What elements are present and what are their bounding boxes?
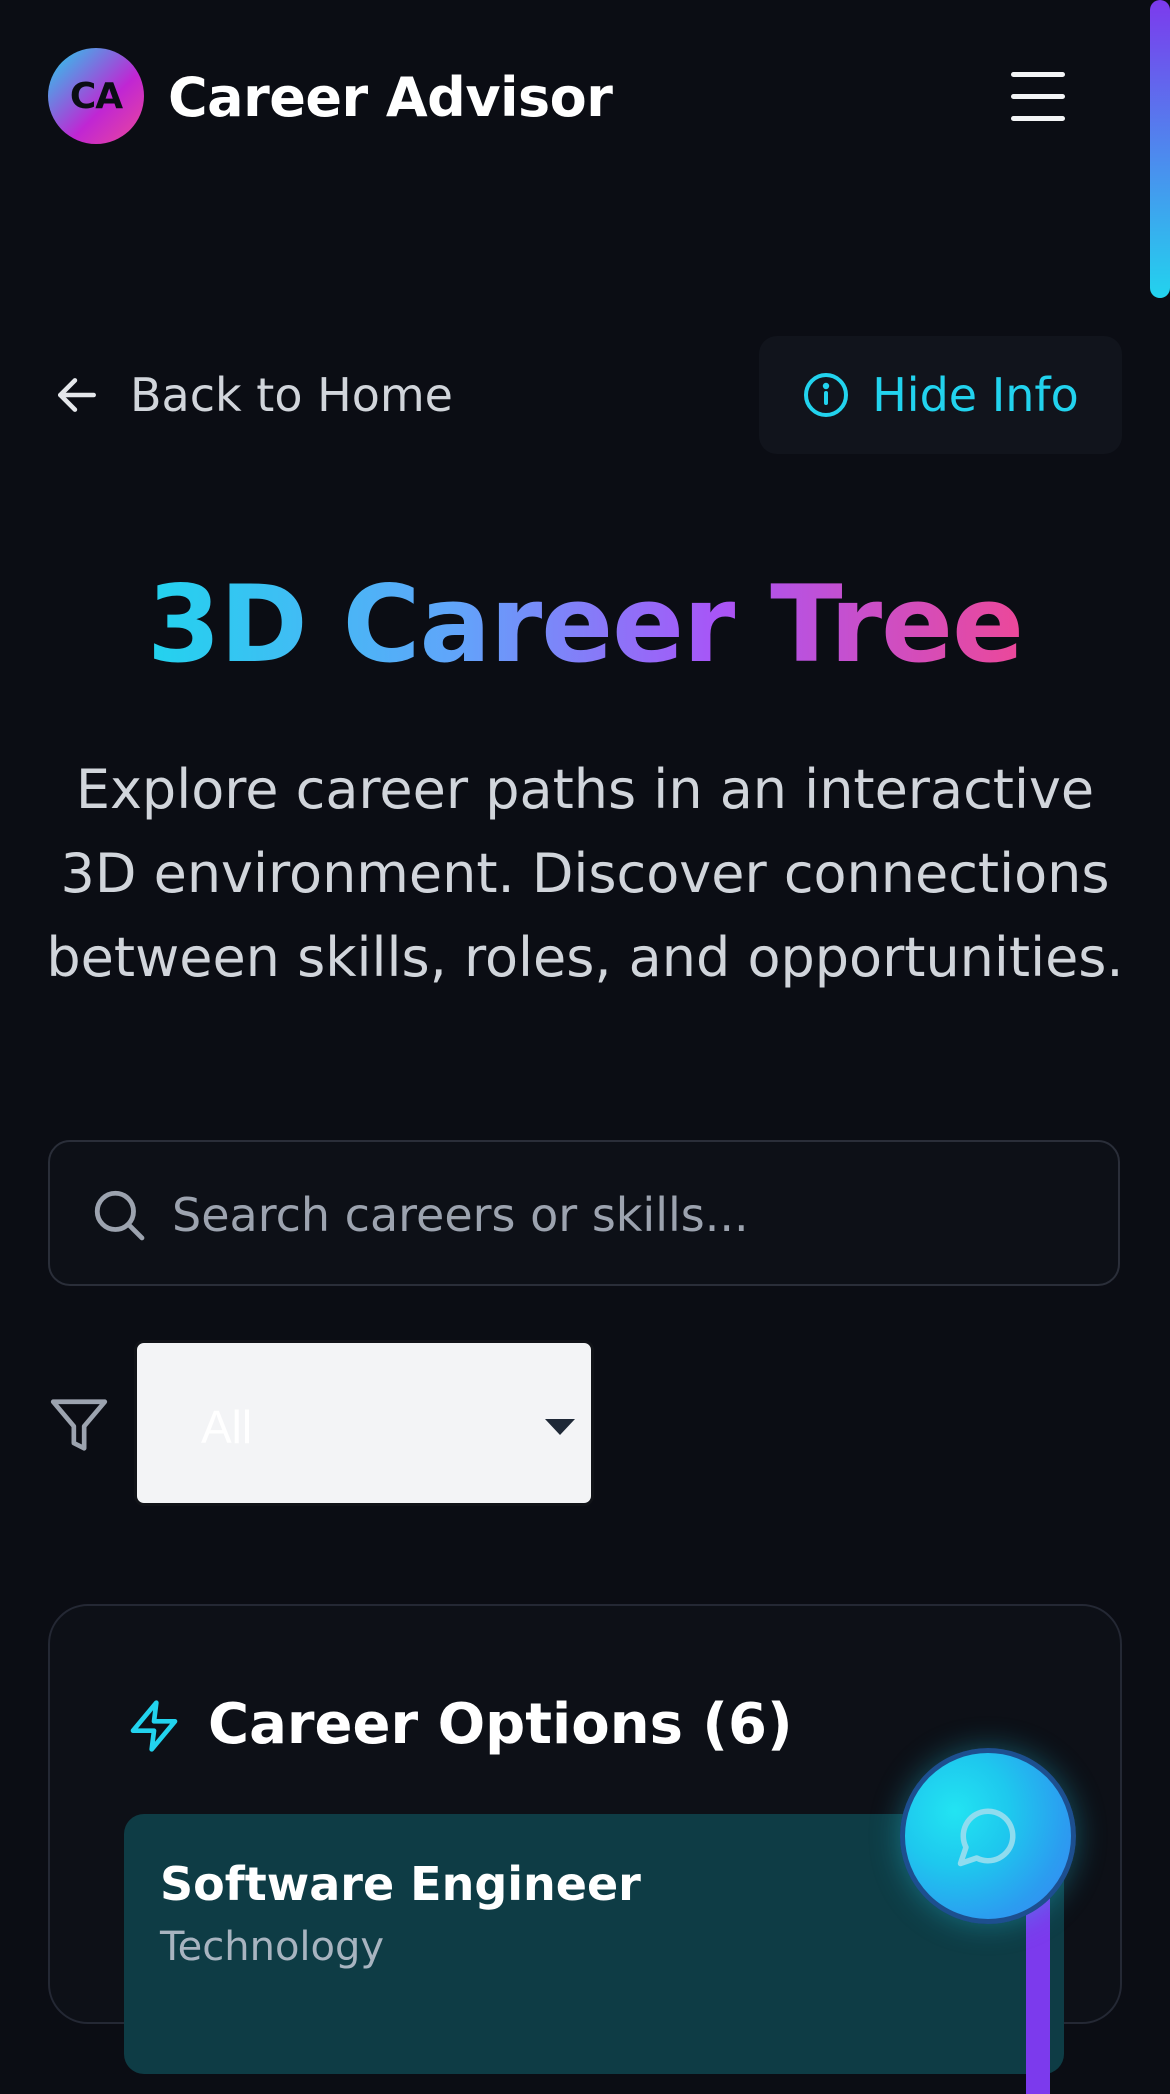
hide-info-button[interactable]: Hide Info (759, 336, 1122, 454)
chevron-down-icon (545, 1419, 575, 1435)
info-icon (804, 373, 849, 417)
category-filter-value: All (201, 1401, 253, 1453)
arrow-left-icon (58, 378, 96, 412)
logo-badge[interactable]: CA (48, 48, 144, 144)
search-box (48, 1140, 1120, 1286)
career-item-title: Software Engineer (160, 1857, 641, 1911)
hamburger-menu-button[interactable] (1000, 66, 1076, 126)
back-to-home-link[interactable]: Back to Home (52, 360, 453, 430)
filter-icon (50, 1399, 108, 1451)
career-item-category: Technology (160, 1924, 385, 1970)
career-options-title: Career Options (6) (208, 1692, 793, 1757)
search-input[interactable] (170, 1162, 1094, 1268)
page-title: 3D Career Tree (0, 560, 1170, 690)
page-title-text: 3D Career Tree (147, 563, 1024, 686)
logo-initials: CA (69, 75, 123, 117)
hamburger-icon-line-bottom (1011, 116, 1065, 121)
back-to-home-label: Back to Home (130, 368, 453, 422)
hamburger-icon-line-top (1011, 72, 1065, 77)
page-scrollbar-thumb[interactable] (1150, 0, 1170, 298)
chat-button[interactable] (900, 1748, 1076, 1924)
page-scrollbar[interactable] (1148, 0, 1170, 300)
search-icon (94, 1190, 145, 1241)
chat-bubble-icon (957, 1808, 1016, 1867)
app-header: CA Career Advisor (0, 0, 1148, 190)
hamburger-icon-line-middle (1011, 94, 1065, 99)
app-title[interactable]: Career Advisor (168, 62, 613, 134)
lightning-icon (130, 1700, 178, 1752)
career-item-accent-bar (1026, 1894, 1050, 2094)
page-subtitle: Explore career paths in an interactive 3… (46, 758, 1124, 989)
hide-info-label: Hide Info (872, 368, 1079, 422)
category-filter-select[interactable]: All (134, 1340, 594, 1506)
